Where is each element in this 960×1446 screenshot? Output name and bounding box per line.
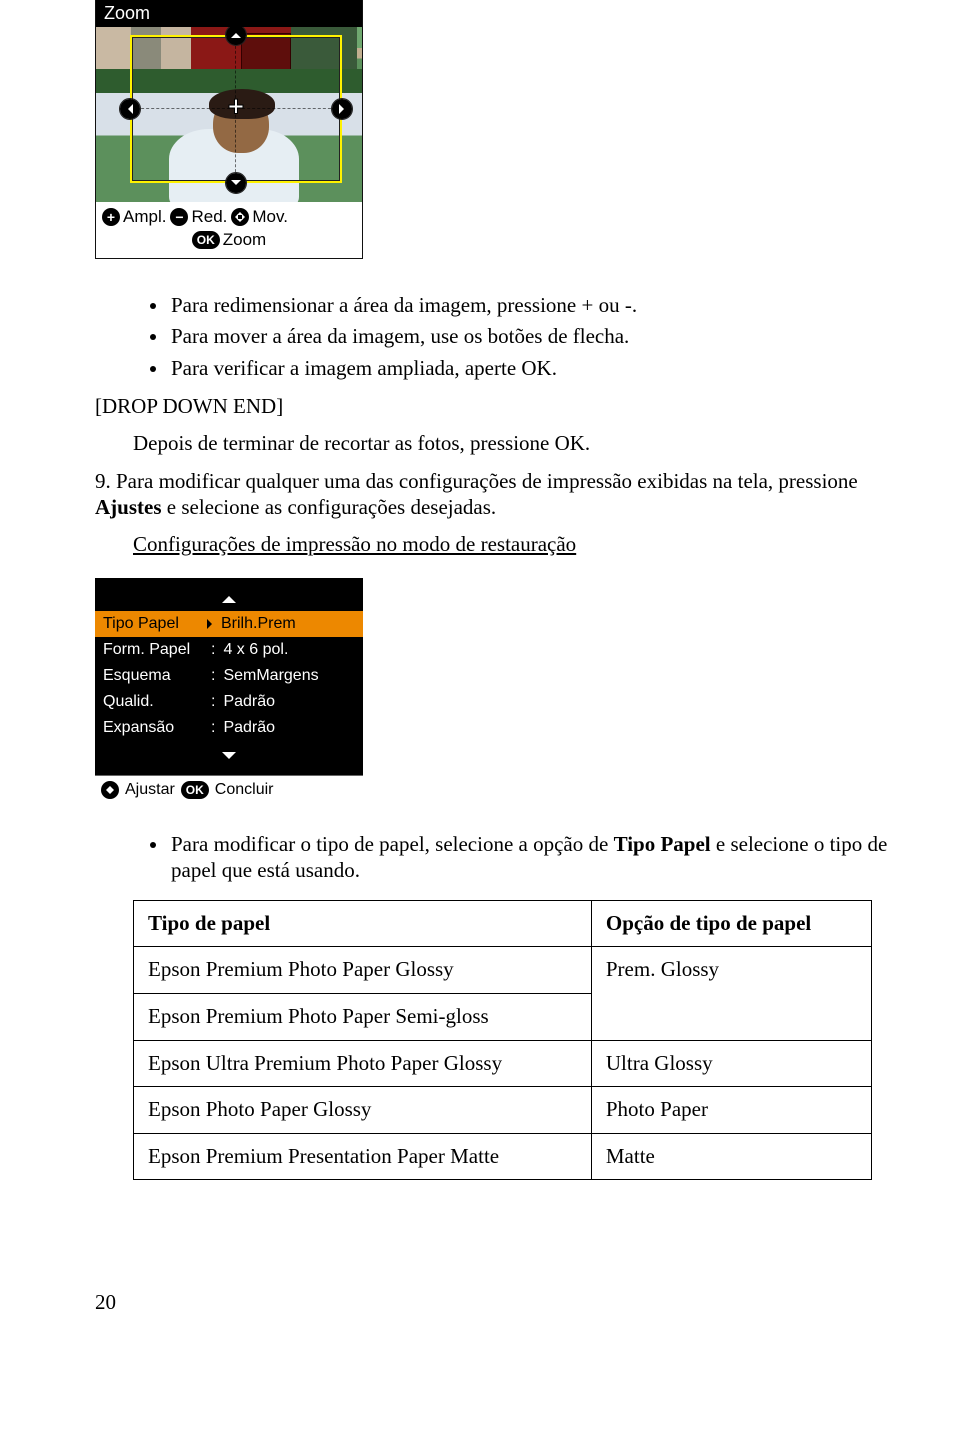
footer-adjust: Ajustar bbox=[125, 780, 175, 800]
settings-lcd-panel: Tipo PapelBrilh.PremForm. Papel:4 x 6 po… bbox=[95, 578, 363, 805]
config-link[interactable]: Configurações de impressão no modo de re… bbox=[133, 532, 576, 556]
settings-row-label: Qualid. bbox=[103, 694, 203, 710]
table-cell: Epson Premium Photo Paper Semi-gloss bbox=[134, 993, 592, 1040]
settings-row: Qualid.:Padrão bbox=[95, 689, 363, 715]
colon: : bbox=[207, 720, 219, 736]
table-cell: Epson Ultra Premium Photo Paper Glossy bbox=[134, 1040, 592, 1087]
list-item: Para verificar a imagem ampliada, aperte… bbox=[169, 356, 890, 382]
bullet2-pre: Para modificar o tipo de papel, selecion… bbox=[171, 832, 614, 856]
settings-row-value: 4 x 6 pol. bbox=[223, 642, 288, 658]
after-drop-text: Depois de terminar de recortar as fotos,… bbox=[95, 431, 890, 457]
settings-row-label: Tipo Papel bbox=[103, 616, 203, 632]
step-9: 9. Para modificar qualquer uma das confi… bbox=[95, 469, 890, 520]
chevron-right-icon bbox=[207, 619, 217, 629]
settings-row-label: Form. Papel bbox=[103, 642, 203, 658]
table-cell: Prem. Glossy bbox=[591, 947, 871, 1040]
settings-row-value: Padrão bbox=[223, 720, 275, 736]
table-cell: Epson Premium Presentation Paper Matte bbox=[134, 1133, 592, 1180]
list-item: Para redimensionar a área da imagem, pre… bbox=[169, 293, 890, 319]
settings-row-label: Expansão bbox=[103, 720, 203, 736]
handle-up-icon bbox=[226, 27, 246, 45]
step9-bold: Ajustes bbox=[95, 495, 162, 519]
zoom-image-area: + bbox=[96, 27, 362, 202]
settings-row: Esquema:SemMargens bbox=[95, 663, 363, 689]
settings-row-value: Brilh.Prem bbox=[221, 616, 296, 632]
colon: : bbox=[207, 668, 219, 684]
footer-ok-icon: OK bbox=[181, 781, 209, 799]
settings-row: Tipo Papel Brilh.Prem bbox=[95, 611, 363, 637]
table-cell: Matte bbox=[591, 1133, 871, 1180]
label-ampl: Ampl. bbox=[123, 206, 166, 229]
settings-row-value: SemMargens bbox=[223, 668, 318, 684]
table-header: Tipo de papel bbox=[134, 900, 592, 947]
page-number: 20 bbox=[95, 1290, 890, 1315]
handle-down-icon bbox=[226, 173, 246, 193]
dpad-icon bbox=[231, 208, 249, 226]
paper-type-table: Tipo de papelOpção de tipo de papelEpson… bbox=[133, 900, 872, 1181]
table-cell: Epson Photo Paper Glossy bbox=[134, 1087, 592, 1134]
table-row: Epson Premium Presentation Paper MatteMa… bbox=[134, 1133, 872, 1180]
label-mov: Mov. bbox=[252, 206, 288, 229]
table-row: Epson Premium Photo Paper GlossyPrem. Gl… bbox=[134, 947, 872, 994]
bullet-list-2: Para modificar o tipo de papel, selecion… bbox=[95, 832, 890, 883]
drop-down-end: [DROP DOWN END] bbox=[95, 394, 890, 420]
table-cell: Photo Paper bbox=[591, 1087, 871, 1134]
settings-row: Expansão:Padrão bbox=[95, 715, 363, 741]
table-row: Epson Ultra Premium Photo Paper GlossyUl… bbox=[134, 1040, 872, 1087]
table-row: Epson Photo Paper GlossyPhoto Paper bbox=[134, 1087, 872, 1134]
label-zoom: Zoom bbox=[223, 229, 266, 252]
handle-left-icon bbox=[120, 99, 140, 119]
zoom-lcd-panel: Zoom + bbox=[95, 0, 363, 259]
left-right-icon bbox=[101, 781, 119, 799]
table-header: Opção de tipo de papel bbox=[591, 900, 871, 947]
settings-row-label: Esquema bbox=[103, 668, 203, 684]
crop-box: + bbox=[130, 35, 342, 183]
zoom-controls-bar: Ampl. Red. Mov. OKZoom bbox=[96, 202, 362, 258]
list-item: Para modificar o tipo de papel, selecion… bbox=[169, 832, 890, 883]
settings-row: Form. Papel:4 x 6 pol. bbox=[95, 637, 363, 663]
center-plus-icon: + bbox=[223, 96, 249, 122]
zoom-title: Zoom bbox=[96, 0, 362, 27]
settings-rows: Tipo PapelBrilh.PremForm. Papel:4 x 6 po… bbox=[95, 611, 363, 741]
bullet-list-1: Para redimensionar a área da imagem, pre… bbox=[95, 293, 890, 382]
settings-row-value: Padrão bbox=[223, 694, 275, 710]
colon: : bbox=[207, 694, 219, 710]
table-cell: Epson Premium Photo Paper Glossy bbox=[134, 947, 592, 994]
label-red: Red. bbox=[191, 206, 227, 229]
footer-done: Concluir bbox=[215, 780, 274, 800]
chevron-down-icon bbox=[222, 752, 236, 766]
plus-icon bbox=[102, 208, 120, 226]
minus-icon bbox=[170, 208, 188, 226]
bullet2-bold: Tipo Papel bbox=[614, 832, 711, 856]
handle-right-icon bbox=[332, 99, 352, 119]
step9-pre: 9. Para modificar qualquer uma das confi… bbox=[95, 469, 858, 493]
table-cell: Ultra Glossy bbox=[591, 1040, 871, 1087]
ok-icon: OK bbox=[192, 231, 220, 249]
step9-post: e selecione as configurações desejadas. bbox=[162, 495, 497, 519]
chevron-up-icon bbox=[222, 589, 236, 603]
list-item: Para mover a área da imagem, use os botõ… bbox=[169, 324, 890, 350]
colon: : bbox=[207, 642, 219, 658]
